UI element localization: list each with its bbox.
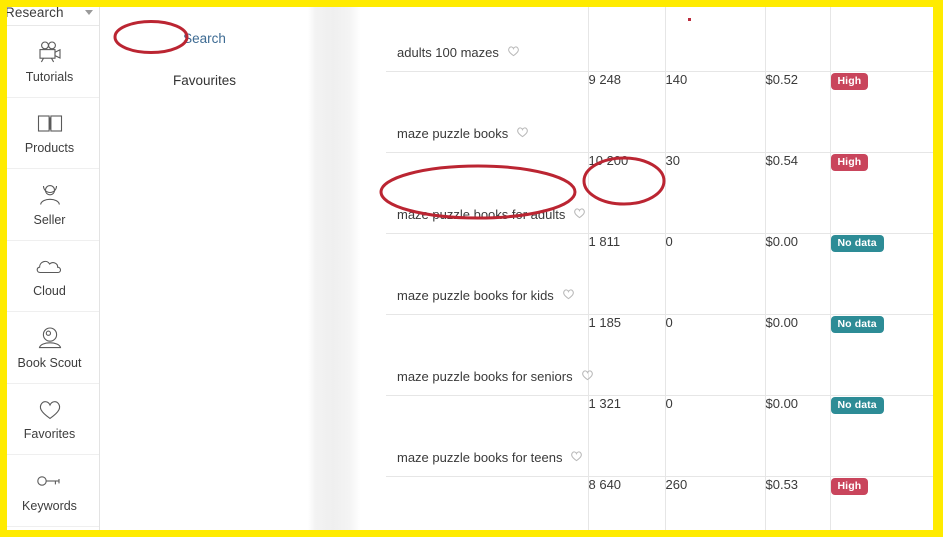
research-subnav: Search Favourites: [101, 0, 308, 537]
status-badge: High: [830, 477, 869, 495]
cell-bid: $0.54: [765, 152, 831, 234]
keyword-results-pane: adults 100 mazes maze puzzle books 9 248…: [360, 0, 943, 537]
sidebar-item-label: Products: [24, 141, 75, 156]
sidebar-item-label: Tutorials: [25, 69, 74, 84]
cell-competition: 140: [665, 71, 766, 153]
keyword-text: maze puzzle books for adults: [397, 206, 566, 222]
subnav-item-search[interactable]: Search: [101, 31, 308, 46]
sidebar-item-products[interactable]: Products: [0, 98, 99, 169]
cell-keyword[interactable]: maze puzzle books: [386, 71, 589, 153]
keyword-text: maze puzzle box: [397, 531, 495, 537]
chevron-down-icon[interactable]: [85, 10, 93, 15]
sidebar-item-book-scout[interactable]: Book Scout: [0, 312, 99, 384]
status-badge: No data: [830, 396, 884, 414]
sidebar-item-keywords[interactable]: Keywords: [0, 455, 99, 527]
keyword-text: maze puzzle books for kids: [397, 287, 554, 303]
cell-volume: 1 321: [588, 395, 666, 477]
cell-volume: 1 811: [588, 233, 666, 315]
status-badge: High: [830, 72, 869, 90]
cell-score: [830, 0, 943, 72]
status-badge: No data: [830, 234, 884, 252]
cell-score: High: [830, 71, 943, 153]
cell-volume: 1 185: [588, 314, 666, 396]
cell-score: No data: [830, 233, 943, 315]
cell-competition: 0: [665, 233, 766, 315]
cell-keyword[interactable]: maze puzzle box: [386, 476, 589, 537]
table-row[interactable]: maze puzzle books for kids 1 811 0 $0.00…: [386, 233, 943, 315]
heart-outline-icon[interactable]: [573, 207, 586, 222]
left-sidebar-rail: Research Tutorials Products Seller Cloud…: [0, 0, 100, 537]
cell-score: No data: [830, 395, 943, 477]
heart-outline-icon[interactable]: [503, 531, 516, 537]
status-badge: High: [830, 153, 869, 171]
cell-volume: 9 248: [588, 71, 666, 153]
cell-competition: [665, 0, 766, 72]
subnav-item-favourites[interactable]: Favourites: [101, 73, 308, 88]
cell-bid: $0.53: [765, 476, 831, 537]
keyword-text: maze puzzle books for seniors: [397, 368, 573, 384]
table-row[interactable]: maze puzzle box 8 640 260 $0.53: [386, 476, 943, 537]
subnav-item-label: Favourites: [172, 73, 237, 88]
open-book-icon: [35, 110, 65, 136]
heart-icon: [35, 396, 65, 422]
cell-competition: 260: [665, 476, 766, 537]
key-icon: [35, 468, 65, 494]
cell-keyword[interactable]: maze puzzle books for teens: [386, 395, 589, 477]
keyword-results-table: adults 100 mazes maze puzzle books 9 248…: [386, 0, 943, 537]
sidebar-item-tutorials[interactable]: Tutorials: [0, 26, 99, 98]
sidebar-item-seller[interactable]: Seller: [0, 169, 99, 241]
person-icon: [35, 182, 65, 208]
table-row[interactable]: maze puzzle books 9 248 140 $0.52 High: [386, 71, 943, 153]
application-window: Research Tutorials Products Seller Cloud…: [0, 0, 943, 537]
keyword-text: maze puzzle books for teens: [397, 449, 563, 465]
cell-keyword[interactable]: maze puzzle books for adults: [386, 152, 589, 234]
sidebar-item-label: Book Scout: [17, 355, 82, 370]
cell-keyword[interactable]: adults 100 mazes: [386, 0, 589, 72]
scanner-camera-icon: [35, 325, 65, 351]
sidebar-item-label: Cloud: [33, 284, 66, 299]
heart-outline-icon[interactable]: [516, 126, 529, 141]
heart-outline-icon[interactable]: [581, 369, 594, 384]
research-section-header[interactable]: Research: [0, 0, 99, 26]
cell-bid: $0.00: [765, 395, 831, 477]
research-section-label: Research: [5, 5, 64, 20]
status-badge: No data: [830, 315, 884, 333]
cell-bid: $0.00: [765, 314, 831, 396]
table-row[interactable]: maze puzzle books for teens 1 321 0 $0.0…: [386, 395, 943, 477]
keyword-text: adults 100 mazes: [397, 44, 499, 60]
pane-divider-gutter: [308, 0, 360, 537]
heart-outline-icon[interactable]: [507, 45, 520, 60]
sidebar-item-label: Keywords: [22, 498, 77, 513]
subnav-item-label: Search: [183, 31, 226, 46]
cell-volume: 8 640: [588, 476, 666, 537]
cell-bid: $0.52: [765, 71, 831, 153]
cell-volume: [588, 0, 666, 72]
heart-outline-icon[interactable]: [562, 288, 575, 303]
sidebar-item-cloud[interactable]: Cloud: [0, 241, 99, 312]
cloud-icon: [35, 253, 65, 279]
keyword-text: maze puzzle books: [397, 125, 509, 141]
red-dot-marker: [687, 18, 691, 21]
cell-score: High: [830, 152, 943, 234]
cell-competition: 0: [665, 314, 766, 396]
sidebar-item-label: Seller: [33, 212, 66, 227]
video-camera-icon: [35, 39, 65, 65]
cell-score: No data: [830, 314, 943, 396]
heart-outline-icon[interactable]: [570, 450, 583, 465]
table-row[interactable]: adults 100 mazes: [386, 0, 943, 72]
cell-volume: 10 200: [588, 152, 666, 234]
cell-keyword[interactable]: maze puzzle books for seniors: [386, 314, 593, 396]
cell-competition: 30: [665, 152, 766, 234]
cell-bid: [765, 0, 831, 72]
table-row[interactable]: maze puzzle books for adults 10 200 30 $…: [386, 152, 943, 234]
table-row[interactable]: maze puzzle books for seniors 1 185 0 $0…: [386, 314, 943, 396]
cell-bid: $0.00: [765, 233, 831, 315]
sidebar-item-favorites[interactable]: Favorites: [0, 384, 99, 455]
cell-keyword[interactable]: maze puzzle books for kids: [386, 233, 589, 315]
sidebar-item-label: Favorites: [23, 427, 76, 442]
cell-score: High: [830, 476, 943, 537]
cell-competition: 0: [665, 395, 766, 477]
